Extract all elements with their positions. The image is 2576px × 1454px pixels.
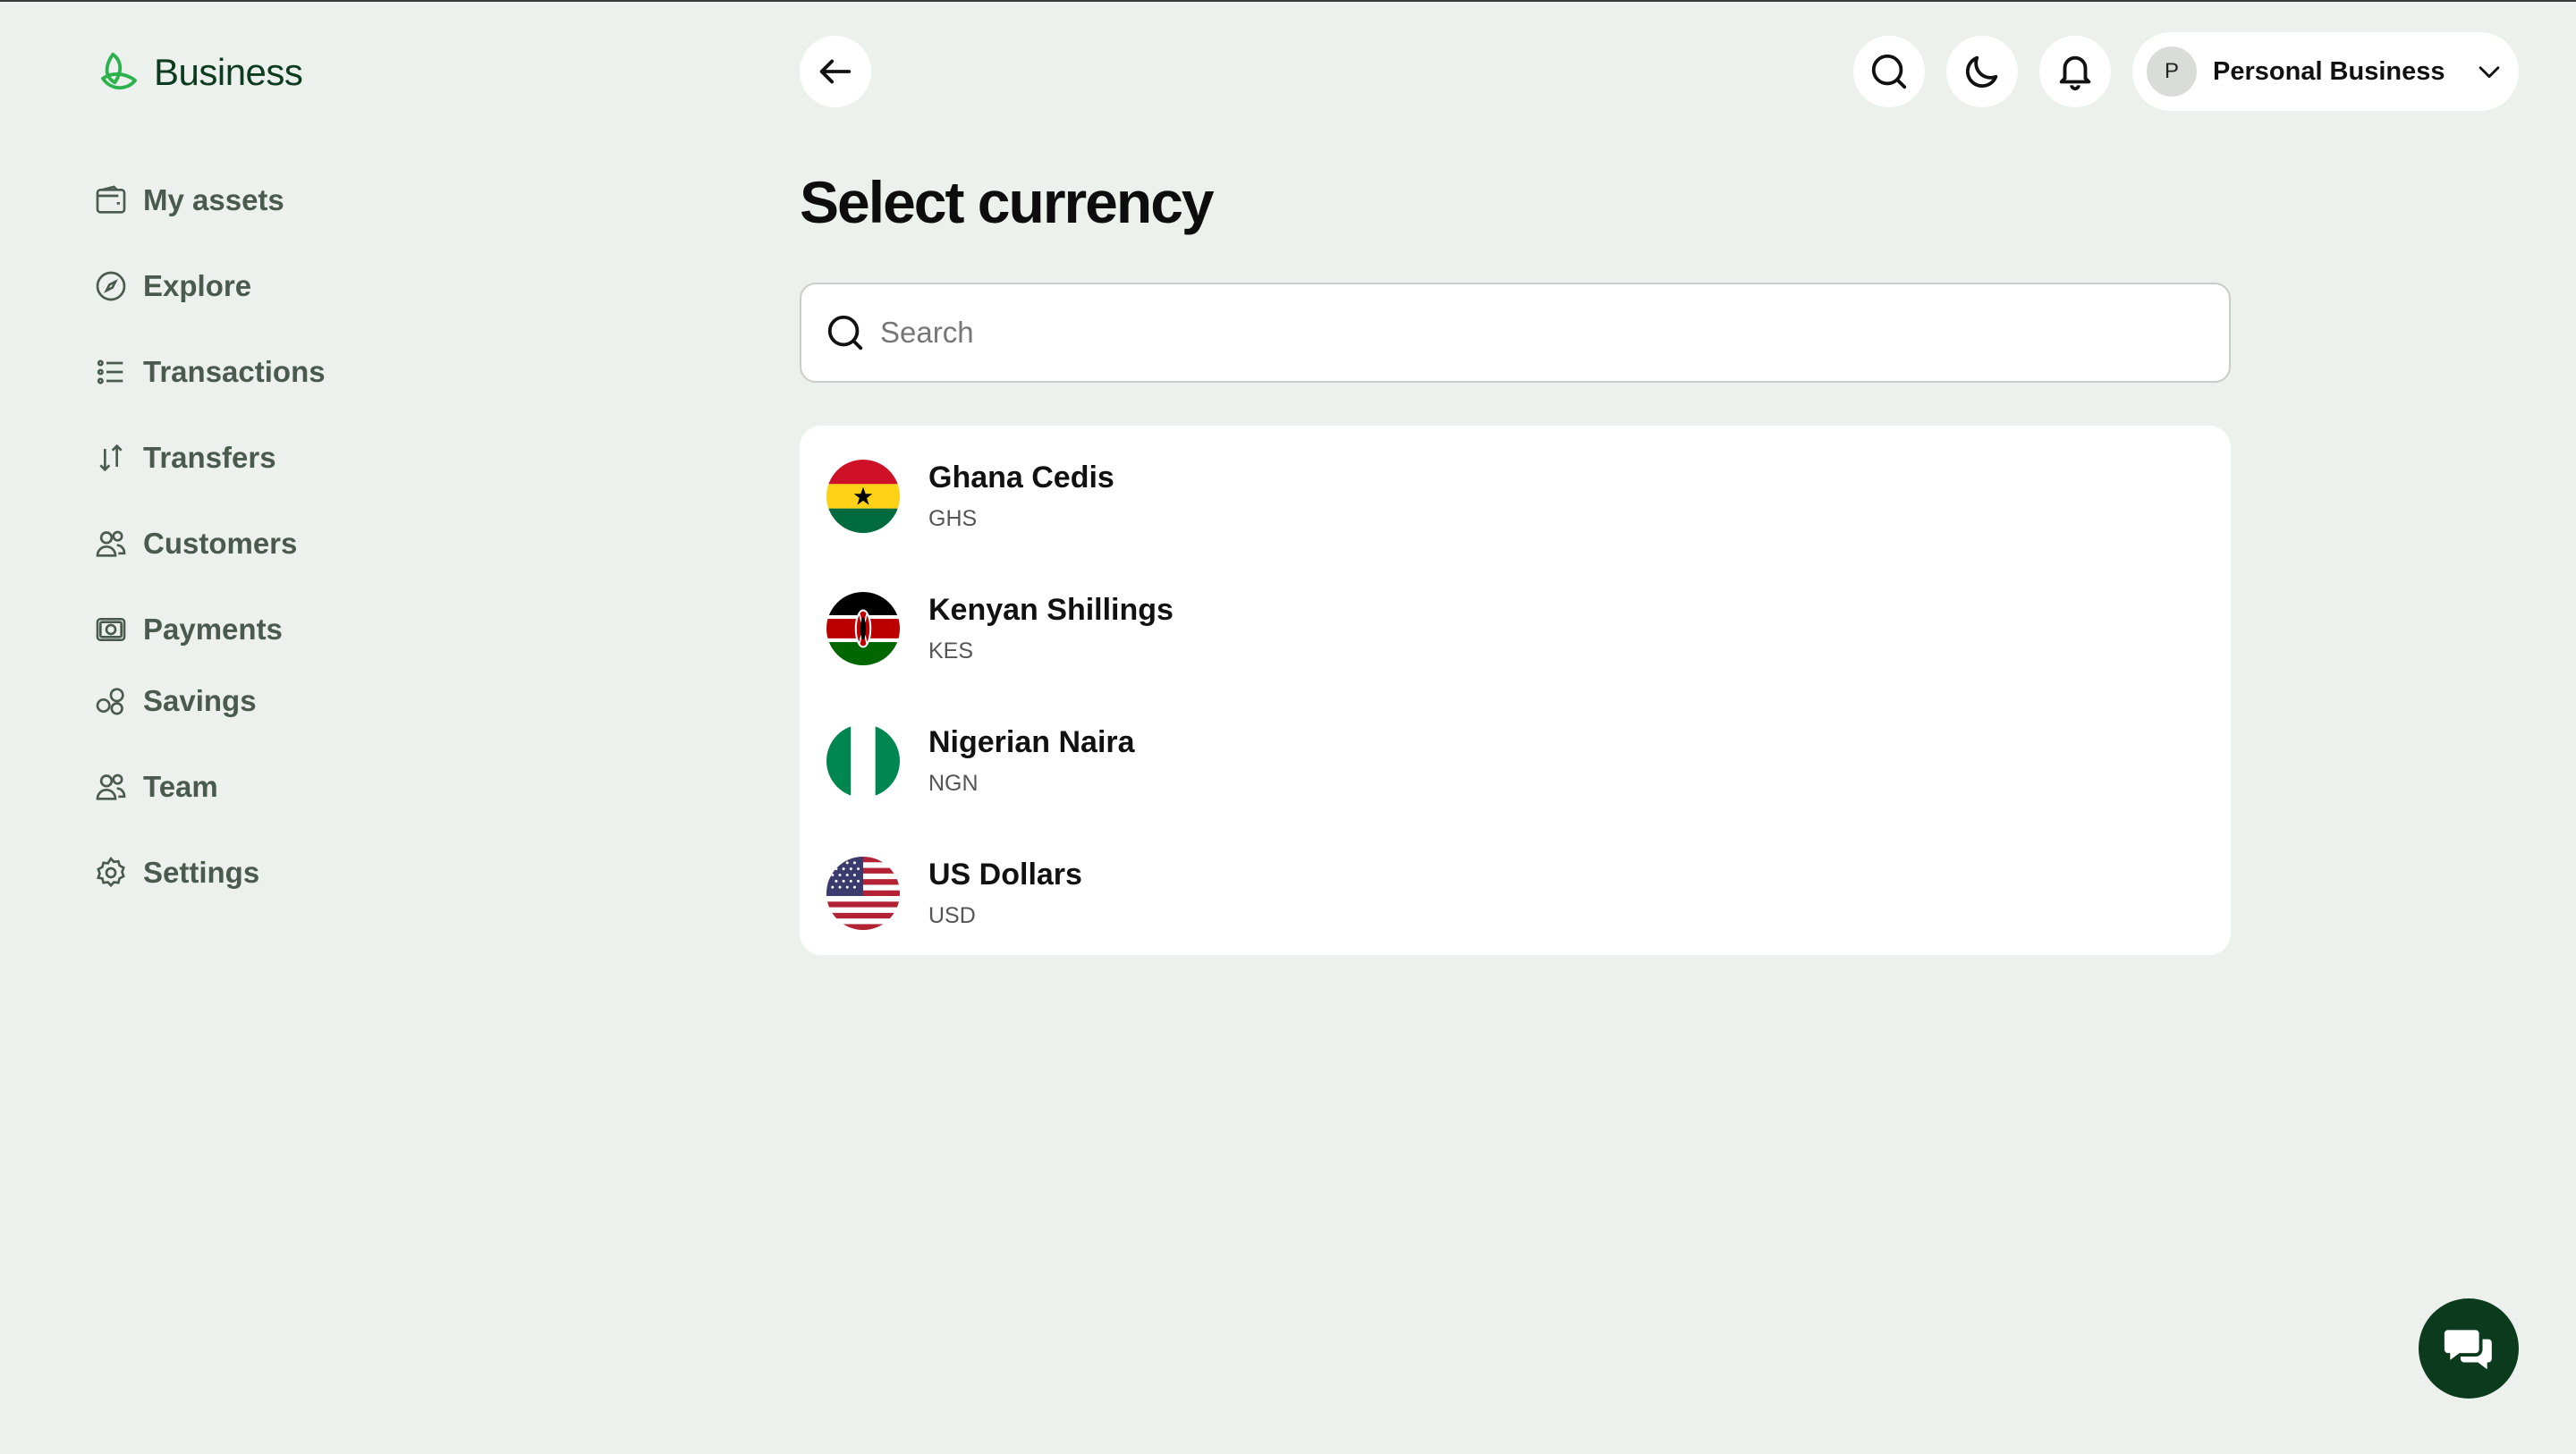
currency-item-ngn[interactable]: Nigerian Naira NGN bbox=[826, 712, 2204, 810]
chat-bubbles-icon bbox=[2444, 1330, 2492, 1370]
currency-list: Ghana Cedis GHS Kenyan Shillings KES Nig… bbox=[800, 426, 2231, 955]
currency-code: KES bbox=[928, 638, 974, 664]
currency-code: NGN bbox=[928, 771, 979, 796]
currency-name: Kenyan Shillings bbox=[928, 593, 1174, 627]
coins-icon bbox=[96, 688, 124, 715]
kenya-flag-icon bbox=[826, 592, 900, 665]
search-icon bbox=[1871, 54, 1907, 89]
sidebar-item-team[interactable]: Team bbox=[93, 765, 218, 808]
nigeria-flag-icon bbox=[826, 724, 900, 798]
dark-mode-toggle[interactable] bbox=[1946, 36, 2018, 107]
account-switcher[interactable]: P Personal Business bbox=[2132, 32, 2519, 111]
search-icon bbox=[827, 315, 863, 351]
sidebar-item-label: My assets bbox=[143, 183, 284, 216]
currency-item-kes[interactable]: Kenyan Shillings KES bbox=[826, 579, 2204, 678]
sidebar-item-transfers[interactable]: Transfers bbox=[93, 436, 276, 479]
arrows-updown-icon bbox=[99, 444, 123, 472]
page-title: Select currency bbox=[800, 169, 1215, 235]
sidebar-item-settings[interactable]: Settings bbox=[93, 851, 259, 894]
cash-icon bbox=[96, 618, 126, 641]
gear-icon bbox=[97, 856, 125, 888]
wallet-icon bbox=[96, 185, 126, 214]
bell-icon bbox=[2059, 55, 2091, 91]
sidebar-item-my-assets[interactable]: My assets bbox=[93, 179, 284, 222]
currency-search[interactable] bbox=[800, 283, 2231, 383]
sidebar-item-label: Customers bbox=[143, 527, 298, 560]
sidebar-item-label: Settings bbox=[143, 856, 260, 889]
sidebar-item-label: Savings bbox=[143, 684, 257, 717]
avatar: P bbox=[2147, 46, 2197, 97]
sidebar-item-label: Explore bbox=[143, 269, 252, 302]
moon-icon bbox=[1965, 55, 1998, 89]
currency-code: USD bbox=[928, 903, 976, 928]
usa-flag-icon bbox=[826, 857, 900, 930]
chat-support-button[interactable] bbox=[2419, 1298, 2519, 1399]
account-name: Personal Business bbox=[2213, 56, 2445, 86]
notifications-button[interactable] bbox=[2039, 36, 2111, 107]
currency-code: GHS bbox=[928, 506, 978, 531]
search-input[interactable] bbox=[880, 316, 2132, 350]
sidebar-item-label: Payments bbox=[143, 613, 283, 646]
sidebar-item-label: Transactions bbox=[143, 355, 326, 388]
compass-icon bbox=[96, 271, 126, 301]
sidebar-item-label: Team bbox=[143, 770, 218, 803]
arrow-left-icon bbox=[819, 59, 852, 84]
search-button[interactable] bbox=[1853, 36, 1925, 107]
currency-item-ghs[interactable]: Ghana Cedis GHS bbox=[826, 447, 2204, 545]
brand-name: Business bbox=[154, 51, 303, 93]
list-icon bbox=[97, 359, 123, 385]
brand-logo[interactable]: Business bbox=[95, 48, 303, 97]
users-icon bbox=[96, 773, 126, 800]
currency-name: Ghana Cedis bbox=[928, 461, 1114, 495]
currency-name: US Dollars bbox=[928, 858, 1082, 892]
ghana-flag-icon bbox=[826, 460, 900, 533]
sidebar-item-customers[interactable]: Customers bbox=[93, 522, 297, 565]
sidebar-item-payments[interactable]: Payments bbox=[93, 608, 283, 651]
leaf-logo-icon bbox=[101, 52, 137, 90]
sidebar-item-transactions[interactable]: Transactions bbox=[93, 351, 326, 393]
currency-name: Nigerian Naira bbox=[928, 725, 1135, 759]
currency-item-usd[interactable]: US Dollars USD bbox=[826, 844, 2204, 943]
users-icon bbox=[96, 530, 126, 557]
chevron-down-icon bbox=[2479, 66, 2499, 79]
sidebar-item-label: Transfers bbox=[143, 441, 276, 474]
sidebar-item-savings[interactable]: Savings bbox=[93, 680, 257, 723]
sidebar-item-explore[interactable]: Explore bbox=[93, 265, 251, 308]
back-button[interactable] bbox=[800, 36, 871, 107]
